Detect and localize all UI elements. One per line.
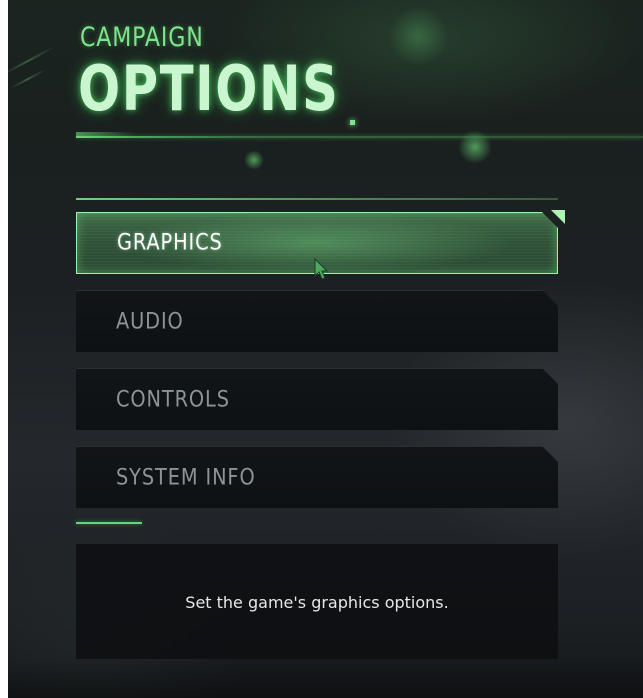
options-screen: CAMPAIGN OPTIONS GRAPHICS AUDIO CONTROLS… <box>8 0 643 698</box>
description-panel: Set the game's graphics options. <box>76 544 558 659</box>
description-text: Set the game's graphics options. <box>185 593 449 612</box>
background-glow <box>244 150 264 170</box>
title-accent-dot <box>350 120 355 125</box>
background-glow <box>388 6 448 66</box>
mouse-pointer-icon <box>314 258 328 280</box>
menu-item-controls[interactable]: CONTROLS <box>76 368 558 430</box>
menu-item-system-info[interactable]: SYSTEM INFO <box>76 446 558 508</box>
description-divider <box>76 522 142 524</box>
menu-item-label: SYSTEM INFO <box>116 465 256 490</box>
page-title: OPTIONS <box>78 52 340 125</box>
header-subtitle: CAMPAIGN <box>80 22 204 53</box>
background-streak <box>9 68 47 90</box>
bottom-vignette <box>8 658 643 698</box>
menu-item-label: GRAPHICS <box>117 230 223 256</box>
menu-item-label: AUDIO <box>116 309 184 334</box>
header-divider <box>76 136 643 138</box>
menu-item-label: CONTROLS <box>116 387 230 412</box>
menu-item-audio[interactable]: AUDIO <box>76 290 558 352</box>
menu-top-divider <box>76 198 558 200</box>
background-streak <box>8 46 55 76</box>
corner-tab-icon <box>551 210 565 224</box>
